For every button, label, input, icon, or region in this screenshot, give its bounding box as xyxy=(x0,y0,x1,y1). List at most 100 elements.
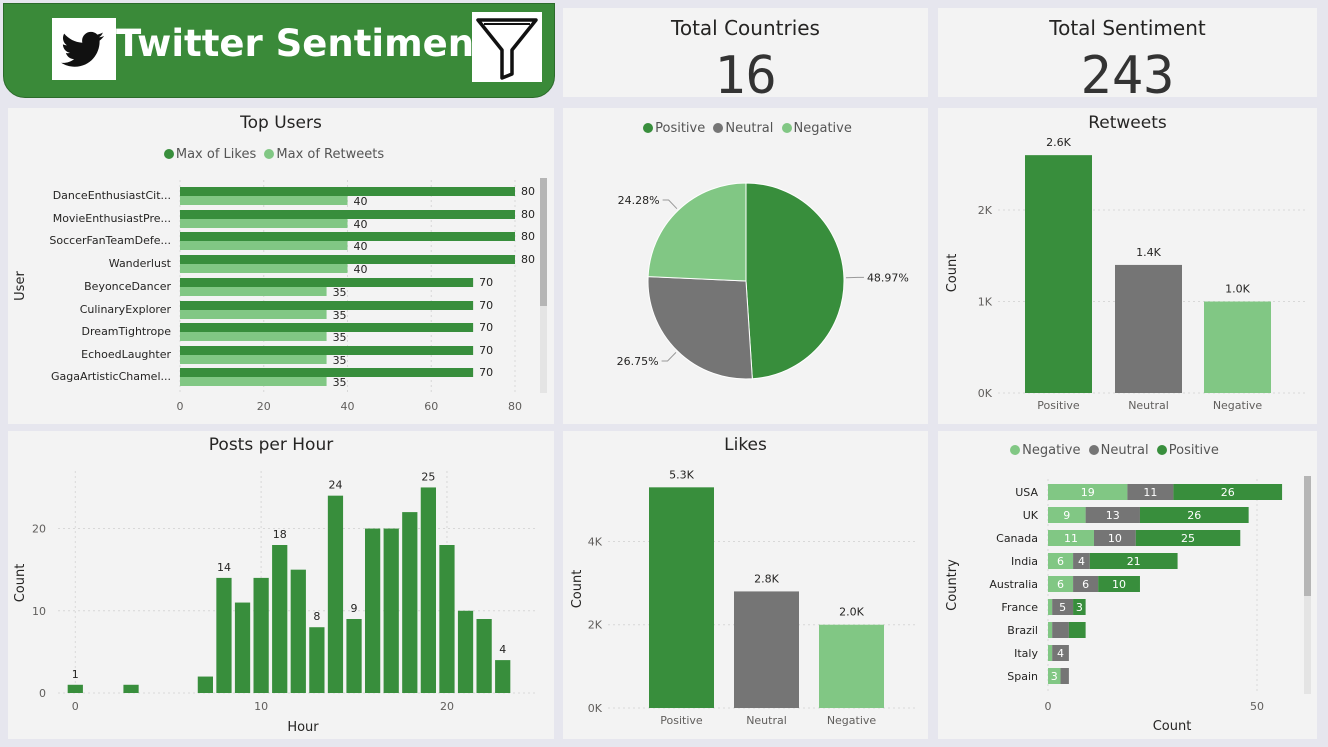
bar-hour xyxy=(197,676,213,693)
bar-retweets xyxy=(180,241,348,250)
bar-retweets xyxy=(180,377,327,386)
bar-hour xyxy=(457,610,474,693)
y-category-label: Canada xyxy=(996,532,1038,545)
y-axis-label: Country xyxy=(945,559,960,611)
bar-likes xyxy=(180,210,515,219)
data-label: 1.0K xyxy=(1225,283,1250,296)
y-axis-label: Count xyxy=(945,254,960,293)
top-users-panel: Top Users Max of Likes Max of Retweets 0… xyxy=(8,108,554,424)
y-category-label: Australia xyxy=(989,578,1038,591)
retweets-chart: 0K 1K 2K Count 2.6K Positive 1.4K Neutral 1.0K Ne… xyxy=(945,136,1308,412)
data-label: 70 xyxy=(479,344,493,357)
country-panel: Negative Neutral Positive 0 50 USA 19 11 26 UK… xyxy=(938,431,1317,739)
slice-label: 48.97% xyxy=(867,271,909,284)
data-label: 10 xyxy=(1108,532,1122,545)
y-axis-label: User xyxy=(13,271,28,301)
bar-retweets xyxy=(180,196,348,205)
data-label: 35 xyxy=(333,309,347,322)
x-tick-label: Positive xyxy=(1037,399,1080,412)
x-tick-label: 10 xyxy=(254,700,268,713)
bar-neutral xyxy=(734,591,799,708)
data-label: 70 xyxy=(479,366,493,379)
y-category-label: India xyxy=(1011,555,1038,568)
y-category-label: BeyonceDancer xyxy=(84,280,171,293)
y-category-label: Spain xyxy=(1007,670,1038,683)
leader-line xyxy=(661,352,677,362)
x-tick-label: Neutral xyxy=(1128,399,1169,412)
scrollbar-thumb[interactable] xyxy=(1304,476,1311,596)
kpi-title: Total Countries xyxy=(671,16,820,40)
top-users-chart: 0 20 40 60 80 User DanceEnthusiastCit... 80 40 Mo… xyxy=(13,180,535,413)
data-label: 26 xyxy=(1187,509,1201,522)
bar-hour xyxy=(383,528,399,693)
bar-segment-negative xyxy=(1048,599,1053,615)
x-tick-label: 0 xyxy=(72,700,79,713)
sentiment-pie-chart: 48.97% 26.75% 24.28% xyxy=(617,182,909,380)
data-label: 19 xyxy=(1081,486,1095,499)
x-tick-label: 20 xyxy=(440,700,454,713)
y-category-label: SoccerFanTeamDefe... xyxy=(49,234,171,247)
scrollbar-thumb[interactable] xyxy=(540,178,547,306)
bar-likes xyxy=(180,187,515,196)
data-label: 21 xyxy=(1127,555,1141,568)
bar-hour xyxy=(476,619,492,693)
pie-slice xyxy=(647,276,753,380)
bar-hour xyxy=(290,569,306,693)
kpi-total-sentiment: Total Sentiment 243 xyxy=(938,8,1317,106)
y-tick-label: 4K xyxy=(588,535,603,548)
pie-slice xyxy=(647,182,747,282)
y-category-label: DreamTightrope xyxy=(82,325,172,338)
bar-negative xyxy=(819,624,884,708)
x-tick-label: Neutral xyxy=(746,714,787,727)
data-label: 11 xyxy=(1064,532,1078,545)
bar-neutral xyxy=(1115,264,1182,393)
y-category-label: UK xyxy=(1023,509,1039,522)
data-label: 1 xyxy=(72,668,79,681)
data-label: 2.0K xyxy=(839,606,864,619)
bar-hour xyxy=(365,528,381,693)
bar-hour xyxy=(216,577,232,693)
data-label: 35 xyxy=(333,376,347,389)
posts-per-hour-chart: 0 10 20 0 10 20 1 14 18 8 24 9 25 4 Hour Count xyxy=(13,470,538,735)
bar-hour xyxy=(309,627,325,693)
filter-button[interactable] xyxy=(472,12,542,82)
bar-hour xyxy=(67,684,83,693)
data-label: 35 xyxy=(333,286,347,299)
data-label: 6 xyxy=(1057,578,1064,591)
y-category-label: EchoedLaughter xyxy=(81,348,171,361)
bar-retweets xyxy=(180,332,327,341)
scrollbar[interactable] xyxy=(540,178,547,393)
x-tick-label: 20 xyxy=(257,400,271,413)
bar-hour xyxy=(123,684,139,693)
bar-likes xyxy=(180,346,474,355)
retweets-panel: Retweets 0K 1K 2K Count 2.6K Positive 1.4K Neut… xyxy=(938,108,1317,424)
sentiment-pie-panel: Positive Neutral Negative 48.97% 26.75% 24… xyxy=(563,108,928,424)
bar-segment-positive xyxy=(1068,622,1086,638)
y-category-label: Italy xyxy=(1014,647,1038,660)
data-label: 40 xyxy=(354,263,368,276)
slice-label: 26.75% xyxy=(617,355,659,368)
data-label: 2.8K xyxy=(754,572,779,585)
leader-line xyxy=(662,199,678,210)
slice-label: 24.28% xyxy=(618,194,660,207)
bar-retweets xyxy=(180,355,327,364)
bar-likes xyxy=(180,278,474,287)
y-tick-label: 20 xyxy=(32,523,46,536)
bar-hour xyxy=(253,577,269,693)
data-label: 40 xyxy=(354,218,368,231)
data-label: 4 xyxy=(1078,555,1085,568)
bar-positive xyxy=(1025,155,1092,393)
x-tick-label: 60 xyxy=(424,400,438,413)
bar-hour xyxy=(346,619,362,693)
header-banner: Twitter Sentiment xyxy=(3,3,555,98)
data-label: 70 xyxy=(479,276,493,289)
bar-retweets xyxy=(180,219,348,228)
header-title: Twitter Sentiment xyxy=(116,22,492,65)
scrollbar[interactable] xyxy=(1304,476,1311,694)
data-label: 80 xyxy=(521,185,535,198)
data-label: 26 xyxy=(1221,486,1235,499)
bar-hour xyxy=(420,487,436,693)
bar-hour xyxy=(272,545,288,693)
data-label: 80 xyxy=(521,208,535,221)
data-label: 9 xyxy=(351,602,358,615)
